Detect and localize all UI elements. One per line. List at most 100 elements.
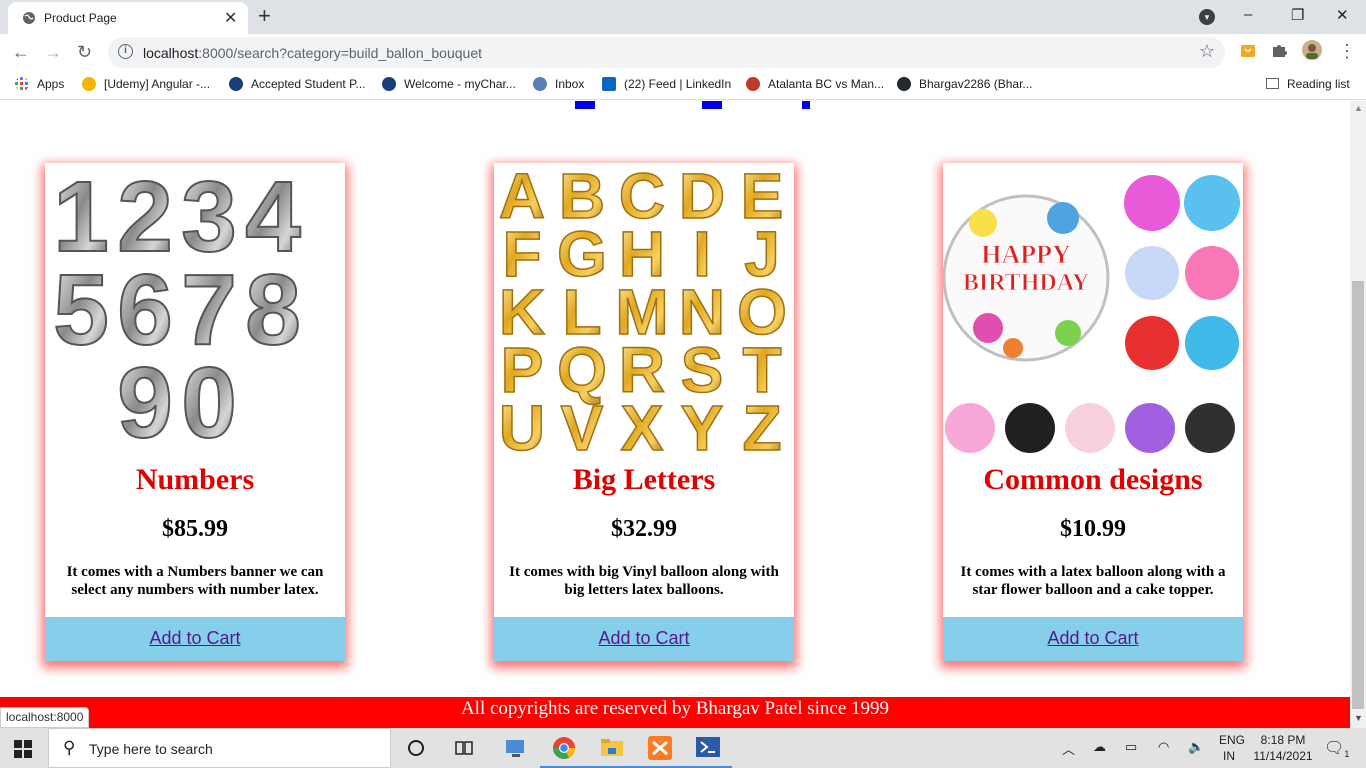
inbox-icon — [533, 77, 547, 91]
search-placeholder: Type here to search — [89, 741, 213, 757]
github-icon — [897, 77, 911, 91]
taskbar-app-powershell[interactable] — [684, 728, 732, 768]
add-to-cart-button[interactable]: Add to Cart — [45, 617, 345, 661]
add-to-cart-button[interactable]: Add to Cart — [494, 617, 794, 661]
bookmark-github[interactable]: Bhargav2286 (Bhar... — [897, 77, 1032, 91]
globe-icon — [23, 12, 35, 24]
product-image-letters: ABCDEFGHIJKLMNOPQRSTUVXYZ — [494, 163, 794, 463]
bookmark-inbox[interactable]: Inbox — [533, 77, 584, 91]
windows-start-icon[interactable] — [14, 740, 32, 758]
minimize-button[interactable]: – — [1244, 6, 1252, 23]
cortana-icon — [408, 740, 424, 756]
reading-list-icon — [1266, 78, 1279, 89]
product-description: It comes with a latex balloon along with… — [960, 564, 1226, 598]
product-price: $10.99 — [1060, 516, 1126, 542]
scroll-up-icon[interactable]: ▲ — [1354, 103, 1363, 113]
bookmark-apps[interactable]: Apps — [15, 77, 64, 91]
close-window-button[interactable]: ✕ — [1336, 6, 1349, 24]
powershell-icon — [696, 737, 720, 757]
bookmark-label: Atalanta BC vs Man... — [768, 77, 885, 91]
bookmark-label: Inbox — [555, 77, 585, 91]
balloon-glyph: 0 — [181, 347, 237, 459]
taskbar-app-file-explorer[interactable] — [588, 728, 636, 768]
clock-date: 11/14/2021 — [1253, 749, 1313, 763]
forward-icon[interactable]: → — [44, 42, 62, 63]
bookmark-label: Apps — [37, 77, 65, 91]
product-price: $85.99 — [162, 516, 228, 542]
taskbar-app-chrome[interactable] — [540, 728, 588, 768]
product-name: Common designs — [983, 463, 1203, 496]
profile-avatar[interactable] — [1302, 40, 1322, 60]
tab-product-page[interactable]: Product Page ✕ — [8, 2, 248, 34]
notification-count: 1 — [1344, 749, 1350, 760]
extensions-puzzle-icon[interactable] — [1271, 42, 1287, 58]
product-card-big-letters: ABCDEFGHIJKLMNOPQRSTUVXYZ Big Letters $3… — [494, 163, 794, 661]
product-price: $32.99 — [611, 516, 677, 542]
balloon-glyph: Z — [742, 392, 781, 463]
back-icon[interactable]: ← — [12, 42, 30, 63]
taskbar-app-desktop[interactable] — [492, 728, 540, 768]
page-heading-partial — [570, 101, 820, 111]
language-indicator[interactable]: ENG IN — [1219, 732, 1245, 764]
balloon-glyph: 5 — [53, 254, 109, 366]
scrollbar-thumb[interactable] — [1352, 281, 1364, 709]
show-hidden-icons-icon[interactable]: ︿ — [1062, 739, 1075, 758]
bookmark-star-icon[interactable]: ☆ — [1199, 41, 1215, 62]
heading-fragment — [702, 101, 722, 109]
balloon-glyph: Y — [681, 392, 724, 463]
browser-toolbar: ← → ↻ i localhost:8000/search?category=b… — [0, 34, 1366, 70]
address-bar[interactable]: i localhost:8000/search?category=build_b… — [108, 37, 1225, 68]
product-name: Numbers — [135, 463, 255, 496]
reading-list-label: Reading list — [1287, 77, 1350, 91]
taskbar-app-xampp[interactable] — [636, 728, 684, 768]
tab-close-icon[interactable]: ✕ — [224, 8, 237, 28]
page-content: 1234567890 Numbers $85.99 It comes with … — [0, 101, 1350, 697]
notification-center-icon[interactable]: 🗨1 — [1324, 738, 1349, 759]
onedrive-icon[interactable]: ☁ — [1093, 739, 1106, 755]
wifi-icon[interactable]: ◠ — [1158, 739, 1169, 755]
add-to-cart-button[interactable]: Add to Cart — [943, 617, 1243, 661]
menu-kebab-icon[interactable]: ⋮ — [1338, 41, 1356, 62]
task-view-button[interactable] — [440, 728, 488, 768]
volume-icon[interactable]: 🔈 — [1188, 739, 1204, 755]
clock-time: 8:18 PM — [1260, 733, 1306, 747]
system-clock[interactable]: 8:18 PM 11/14/2021 — [1250, 732, 1316, 764]
url-text[interactable]: localhost:8000/search?category=build_bal… — [143, 45, 482, 61]
bookmark-udemy[interactable]: [Udemy] Angular -... — [82, 77, 210, 91]
product-image-birthday-balloons: HAPPY BIRTHDAY — [943, 163, 1243, 463]
scroll-down-icon[interactable]: ▼ — [1354, 713, 1363, 723]
tab-search-icon[interactable]: ▾ — [1199, 9, 1215, 25]
mychar-icon — [382, 77, 396, 91]
search-icon: ⚲ — [63, 738, 76, 757]
bookmark-linkedin[interactable]: (22) Feed | LinkedIn — [602, 77, 731, 91]
language-bottom: IN — [1223, 749, 1235, 763]
tab-title: Product Page — [44, 11, 117, 25]
taskbar-search-box[interactable]: ⚲ Type here to search — [48, 728, 391, 768]
restore-button[interactable]: ❐ — [1291, 6, 1304, 24]
bookmark-label: Bhargav2286 (Bhar... — [919, 77, 1033, 91]
bookmarks-bar: Apps [Udemy] Angular -... Accepted Stude… — [0, 70, 1366, 100]
bookmark-student[interactable]: Accepted Student P... — [229, 77, 366, 91]
bookmark-atalanta[interactable]: Atalanta BC vs Man... — [746, 77, 884, 91]
browser-tab-bar: Product Page ✕ + ▾ – ❐ ✕ — [0, 0, 1366, 34]
product-description: It comes with a Numbers banner we can se… — [66, 564, 324, 598]
reading-list-button[interactable]: Reading list — [1266, 77, 1350, 91]
new-tab-button[interactable]: + — [258, 3, 271, 29]
balloon-glyph: U — [499, 392, 545, 463]
extension-shop-icon[interactable] — [1240, 42, 1256, 58]
xampp-icon — [648, 736, 672, 760]
site-info-icon[interactable]: i — [118, 44, 133, 59]
balloon-glyph: V — [561, 392, 604, 463]
balloon-glyph: 9 — [117, 347, 173, 459]
bookmark-mychar[interactable]: Welcome - myChar... — [382, 77, 516, 91]
task-view-icon — [455, 741, 473, 755]
bookmark-label: Welcome - myChar... — [404, 77, 516, 91]
reload-icon[interactable]: ↻ — [77, 42, 92, 63]
cortana-button[interactable] — [392, 728, 440, 768]
balloon-glyph: X — [621, 392, 664, 463]
product-image-numbers: 1234567890 — [45, 163, 345, 463]
student-portal-icon — [229, 77, 243, 91]
battery-icon[interactable]: ▭ — [1125, 739, 1137, 755]
page-scrollbar[interactable]: ▲ ▼ — [1350, 101, 1366, 728]
soccer-icon — [746, 77, 760, 91]
